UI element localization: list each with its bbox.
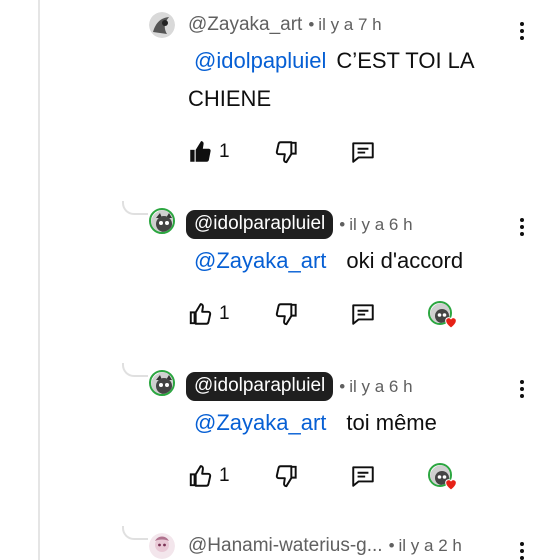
timestamp[interactable]: • il y a 6 h	[339, 377, 412, 397]
thumbs-down-icon	[275, 303, 297, 326]
avatar[interactable]	[149, 12, 175, 38]
comment-text: @Zayaka_art oki d'accord	[194, 248, 464, 273]
more-vert-icon[interactable]	[516, 216, 528, 238]
dislike-button[interactable]	[274, 137, 300, 167]
avatar[interactable]	[149, 533, 175, 559]
dislike-button[interactable]	[274, 299, 300, 329]
comment-text: @Zayaka_art toi même	[194, 410, 437, 435]
comment-header: @Zayaka_art • il y a 7 h	[188, 14, 382, 36]
thumbs-down-icon	[275, 141, 297, 164]
more-vert-icon[interactable]	[516, 378, 528, 400]
avatar[interactable]	[149, 370, 175, 396]
author-name[interactable]: @Zayaka_art	[188, 14, 302, 36]
dislike-button[interactable]	[274, 461, 300, 491]
like-count: 1	[219, 303, 230, 324]
author-name[interactable]: @Hanami-waterius-g...	[188, 535, 383, 557]
author-name-highlighted[interactable]: @idolparapluiel	[186, 210, 334, 239]
mention-link[interactable]: @idolpapluiel	[194, 48, 326, 73]
thumbs-down-icon	[275, 465, 297, 488]
mention-link[interactable]: @Zayaka_art	[194, 248, 326, 273]
like-button[interactable]: 1	[187, 461, 230, 491]
comment-actions: 1	[0, 137, 560, 167]
more-vert-icon[interactable]	[516, 540, 528, 560]
reply-icon	[352, 466, 374, 487]
author-name-highlighted[interactable]: @idolparapluiel	[186, 372, 334, 401]
creator-heart-icon	[445, 479, 457, 491]
comment-text: @idolpapluiel C’EST TOI LA CHIENE	[188, 48, 474, 111]
reply-button[interactable]	[350, 137, 376, 167]
like-count: 1	[219, 141, 230, 162]
like-button[interactable]: 1	[187, 137, 230, 167]
reply-icon	[352, 304, 374, 325]
more-vert-icon[interactable]	[516, 20, 528, 42]
comment-actions: 1	[0, 299, 560, 329]
reply-button[interactable]	[350, 461, 376, 491]
comment-header: @Hanami-waterius-g... • il y a 2 h	[188, 535, 462, 557]
thumbs-up-icon	[189, 465, 212, 487]
comment-header: @idolparapluiel • il y a 6 h	[186, 372, 413, 401]
reply-icon	[352, 142, 374, 163]
thumbs-up-icon	[189, 303, 212, 325]
creator-heart	[428, 463, 458, 493]
like-count: 1	[219, 465, 230, 486]
comment-header: @idolparapluiel • il y a 6 h	[186, 210, 413, 239]
creator-heart-icon	[445, 317, 457, 329]
thread-connector	[122, 363, 148, 377]
comment-actions: 1	[0, 461, 560, 491]
timestamp[interactable]: • il y a 7 h	[308, 15, 381, 35]
creator-heart	[428, 301, 458, 331]
thread-connector	[122, 526, 148, 540]
avatar[interactable]	[149, 208, 175, 234]
mention-link[interactable]: @Zayaka_art	[194, 410, 326, 435]
timestamp[interactable]: • il y a 6 h	[339, 215, 412, 235]
thread-connector	[122, 201, 148, 215]
like-button[interactable]: 1	[187, 299, 230, 329]
thumbs-up-icon	[190, 141, 211, 162]
reply-button[interactable]	[350, 299, 376, 329]
timestamp[interactable]: • il y a 2 h	[389, 536, 462, 556]
